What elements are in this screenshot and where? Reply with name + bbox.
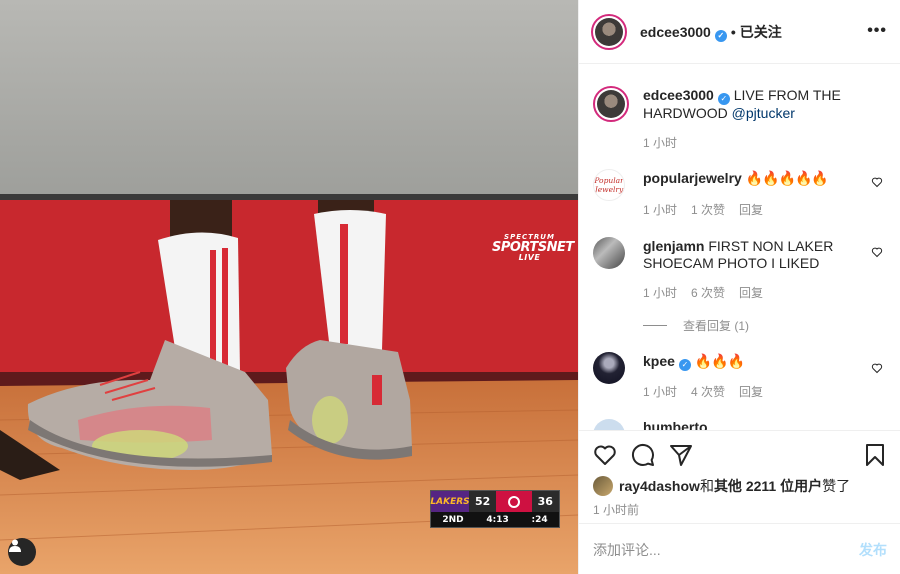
- liked-by-connector: 和: [699, 478, 714, 494]
- liker-avatar[interactable]: [593, 476, 613, 496]
- commenter-avatar[interactable]: [593, 352, 625, 384]
- instagram-post-modal: SPECTRUM SPORTSNET LIVE LAKERS 52 36 2ND…: [0, 0, 900, 574]
- comment-icon[interactable]: [631, 443, 655, 467]
- likes-count-button[interactable]: 其他 2211 位用户: [714, 476, 822, 496]
- post-actions: ray4dashow 和 其他 2211 位用户 赞了 1 小时前 发布: [579, 430, 900, 574]
- comment-like-icon[interactable]: [871, 362, 883, 374]
- tagged-user-button[interactable]: [8, 538, 36, 566]
- post-side-panel: edcee3000 ✓ • 已关注 ••• edcee3000 ✓ LIVE FROM …: [578, 0, 900, 574]
- comment-text: 🔥🔥🔥🔥🔥: [745, 170, 829, 186]
- view-replies-label: 查看回复 (1): [683, 319, 750, 333]
- comment-reply[interactable]: 回复: [739, 383, 763, 400]
- comment-like-icon[interactable]: [871, 176, 883, 188]
- network-logo-line3: LIVE: [518, 253, 541, 262]
- commenter-username[interactable]: kpee: [643, 353, 675, 369]
- posted-time[interactable]: 1 小时前: [593, 501, 639, 518]
- commenter-avatar[interactable]: Popular Jewelry: [593, 169, 625, 201]
- home-team-logo: [496, 491, 532, 512]
- comment-time[interactable]: 1 小时: [643, 284, 677, 301]
- commenter-username[interactable]: popularjewelry: [643, 170, 742, 186]
- commenter-avatar[interactable]: [593, 419, 625, 430]
- author-username[interactable]: edcee3000: [640, 24, 711, 40]
- caption-time[interactable]: 1 小时: [643, 134, 677, 151]
- liker-username[interactable]: ray4dashow: [619, 478, 700, 494]
- away-team-logo: LAKERS: [430, 491, 470, 512]
- comment-likes[interactable]: 4 次赞: [691, 383, 725, 400]
- caption-avatar[interactable]: [593, 86, 629, 122]
- view-replies-button[interactable]: 查看回复 (1): [643, 317, 749, 334]
- verified-icon: ✓: [678, 359, 691, 371]
- comment-likes[interactable]: 1 次赞: [691, 201, 725, 218]
- verified-icon: ✓: [714, 29, 727, 42]
- user-icon: [9, 539, 21, 552]
- post-comment-button[interactable]: 发布: [859, 540, 887, 560]
- comments-list[interactable]: edcee3000 ✓ LIVE FROM THE HARDWOOD @pjtuc…: [579, 65, 900, 430]
- commenter-avatar[interactable]: [593, 237, 625, 269]
- separator-dot: •: [730, 23, 736, 40]
- comment-reply[interactable]: 回复: [739, 201, 763, 218]
- home-score: 36: [531, 491, 559, 512]
- more-options-icon[interactable]: •••: [867, 22, 887, 40]
- network-logo: SPECTRUM SPORTSNET LIVE: [492, 234, 574, 262]
- add-comment-bar: 发布: [579, 523, 900, 574]
- verified-icon: ✓: [717, 93, 730, 105]
- commenter-username[interactable]: glenjamn: [643, 238, 704, 254]
- shoecam-image: [0, 0, 578, 574]
- following-button[interactable]: 已关注: [740, 24, 782, 40]
- share-icon[interactable]: [669, 443, 693, 467]
- save-bookmark-icon[interactable]: [863, 443, 887, 467]
- shot-clock: :24: [531, 514, 548, 525]
- caption-mention[interactable]: @pjtucker: [732, 105, 795, 121]
- liked-by-suffix: 赞了: [822, 478, 851, 494]
- caption-username[interactable]: edcee3000: [643, 87, 714, 103]
- post-photo[interactable]: SPECTRUM SPORTSNET LIVE LAKERS 52 36 2ND…: [0, 0, 578, 574]
- liked-by: ray4dashow 和 其他 2211 位用户 赞了: [593, 476, 850, 496]
- comment-time[interactable]: 1 小时: [643, 383, 677, 400]
- like-heart-icon[interactable]: [593, 443, 617, 467]
- post-header: edcee3000 ✓ • 已关注 •••: [579, 0, 900, 64]
- scorebug: LAKERS 52 36 2ND 4:13 :24: [430, 490, 560, 528]
- author-avatar[interactable]: [591, 13, 627, 50]
- commenter-username[interactable]: humberto: [643, 419, 708, 430]
- comment-text: 🔥🔥🔥: [694, 353, 745, 369]
- comment-reply[interactable]: 回复: [739, 284, 763, 301]
- comment-like-icon[interactable]: [871, 246, 883, 258]
- away-score: 52: [469, 491, 497, 512]
- comment-time[interactable]: 1 小时: [643, 201, 677, 218]
- game-clock: 4:13: [486, 514, 509, 525]
- comment-likes[interactable]: 6 次赞: [691, 284, 725, 301]
- comment-input[interactable]: [593, 541, 859, 558]
- game-period: 2ND: [442, 514, 464, 525]
